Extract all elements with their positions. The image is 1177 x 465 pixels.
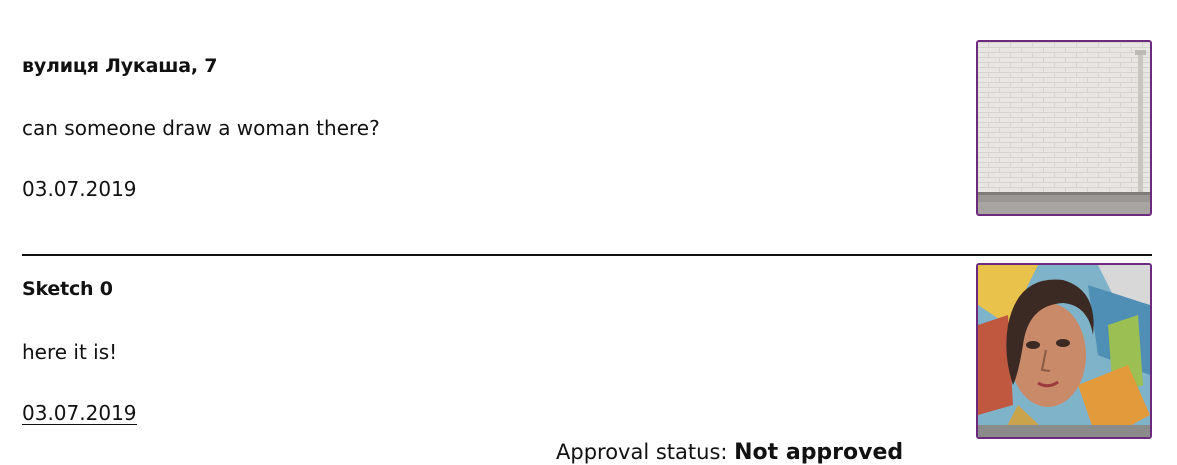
sketch-text: here it is!	[22, 340, 118, 364]
sketch-photo-thumbnail[interactable]	[976, 263, 1152, 439]
sketch-post: Sketch 0 here it is! 03.07.2019	[22, 0, 1152, 458]
approval-status: Approval status: Not approved	[556, 440, 903, 465]
sketch-title: Sketch 0	[22, 278, 113, 300]
sketch-date-link[interactable]: 03.07.2019	[22, 402, 137, 425]
mural-image	[978, 265, 1150, 437]
approval-label: Approval status:	[556, 440, 735, 464]
approval-value: Not approved	[734, 440, 904, 465]
